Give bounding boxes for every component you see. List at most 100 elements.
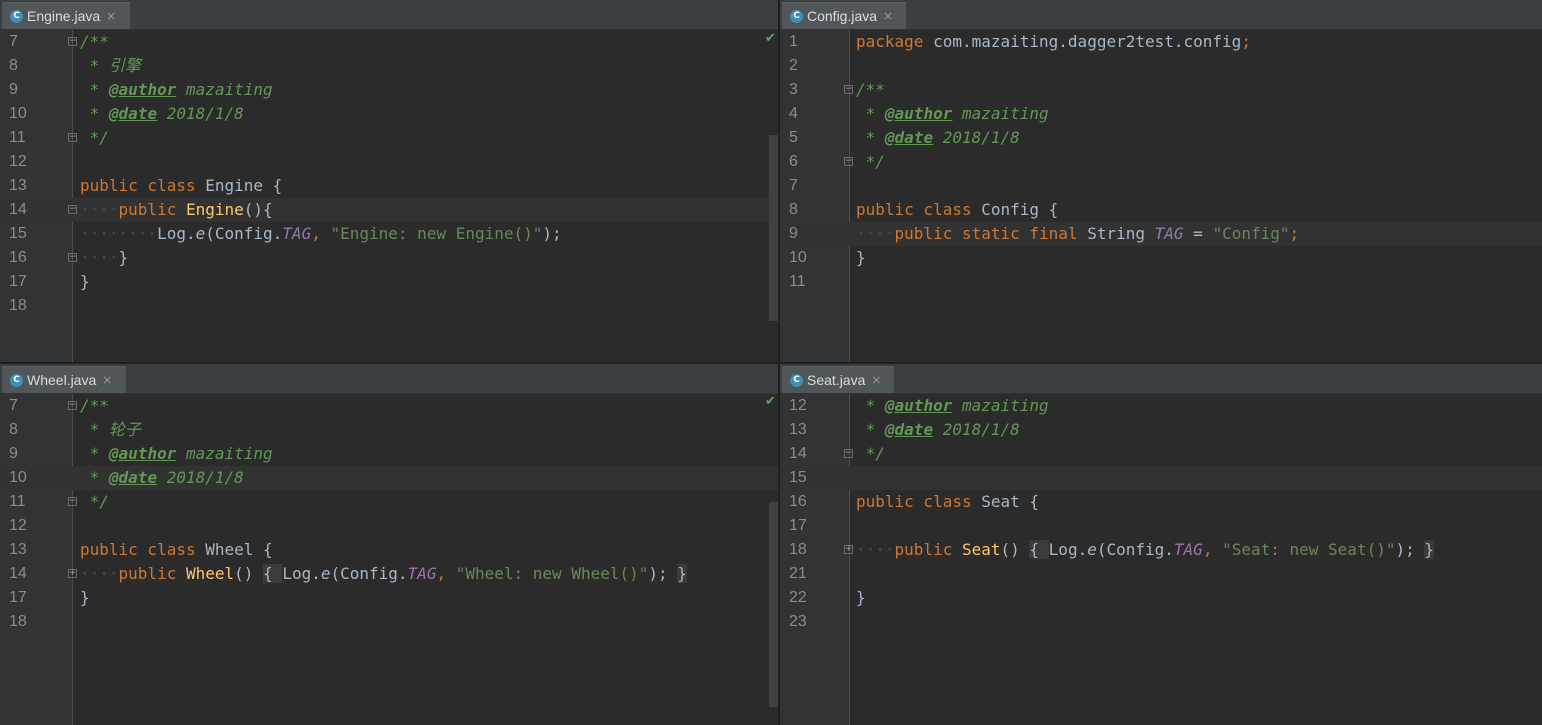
code-token: mazaiting [176,444,273,463]
code-token: ···· [80,564,119,583]
code-line[interactable]: 17} [0,270,778,294]
line-text: * @date 2018/1/8 [856,126,1020,150]
editor-pane-config: C Config.java × 1 package com.mazaiting.d… [780,0,1542,362]
tab-bar: C Engine.java × [0,0,778,30]
horizontal-splitter[interactable] [0,362,1542,364]
code-area[interactable]: 7−/** 8 * 轮子 9 * @author mazaiting 10 * @da… [0,394,778,725]
line-text: ····public Seat() { Log.e(Config.TAG, "S… [856,538,1435,562]
code-line[interactable]: 11 − */ [0,126,778,150]
code-line[interactable]: 10} [780,246,1542,270]
close-icon[interactable]: × [106,9,116,23]
code-line[interactable]: 14 + ····public Wheel() { Log.e(Config.TAG… [0,562,778,586]
code-line[interactable]: 9 * @author mazaiting [0,78,778,102]
fold-collapse-icon[interactable]: − [68,133,77,142]
code-line[interactable]: 10 * @date 2018/1/8 [0,466,778,490]
code-line[interactable]: 4 * @author mazaiting [780,102,1542,126]
code-line[interactable]: 16 − ····} [0,246,778,270]
code-line[interactable]: 15 [780,466,1542,490]
code-line[interactable]: 22} [780,586,1542,610]
code-line[interactable]: 18 [0,294,778,318]
code-line[interactable]: 7 [780,174,1542,198]
code-line[interactable]: 13 * @date 2018/1/8 [780,418,1542,442]
code-line[interactable]: 18 + ····public Seat() { Log.e(Config.TAG,… [780,538,1542,562]
code-token: public class [856,492,982,511]
code-line[interactable]: 7 −/** [0,30,778,54]
code-token: */ [856,444,885,463]
fold-collapse-icon[interactable]: − [68,497,77,506]
code-line[interactable]: 9 * @author mazaiting [0,442,778,466]
line-number: 11 [9,493,26,510]
code-line[interactable]: 18 [0,610,778,634]
fold-collapse-icon[interactable]: − [844,85,853,94]
code-line[interactable]: 2 [780,54,1542,78]
code-line[interactable]: 11 − */ [0,490,778,514]
code-token: String [1087,224,1155,243]
code-area[interactable]: 7−/** 8 * 引擎 9 * @author mazaiting 10 * @da… [0,30,778,362]
inspection-ok-icon: ✔ [765,31,776,46]
line-text: } [856,246,866,270]
fold-collapse-icon[interactable]: − [68,37,77,46]
code-token: /** [80,396,109,415]
line-text: ········Log.e(Config.TAG, "Engine: new E… [80,222,562,246]
code-line[interactable]: 8 * 轮子 [0,418,778,442]
code-area[interactable]: 1 package com.mazaiting.dagger2test.confi… [780,30,1542,362]
line-text: ····public Wheel() { Log.e(Config.TAG, "… [80,562,687,586]
code-line[interactable]: 15 ········Log.e(Config.TAG, "Engine: new… [0,222,778,246]
code-line[interactable]: 14 − */ [780,442,1542,466]
fold-collapse-icon[interactable]: − [68,401,77,410]
fold-expand-icon[interactable]: + [844,545,853,554]
code-line[interactable]: 9 ····public static final String TAG = "C… [780,222,1542,246]
tab-config-java[interactable]: C Config.java × [782,2,906,29]
code-line[interactable]: 11 [780,270,1542,294]
code-token: Config { [981,200,1059,219]
code-line[interactable]: 23 [780,610,1542,634]
tab-engine-java[interactable]: C Engine.java × [2,2,130,29]
code-token: { [1029,540,1049,559]
code-line[interactable]: 12 * @author mazaiting [780,394,1542,418]
line-number: 12 [789,397,807,414]
code-line[interactable]: 17 [780,514,1542,538]
scrollbar[interactable] [769,135,778,321]
code-line[interactable]: 6 − */ [780,150,1542,174]
code-line[interactable]: 17} [0,586,778,610]
fold-expand-icon[interactable]: + [68,569,77,578]
code-line[interactable]: 14 − ····public Engine(){ [0,198,778,222]
scrollbar[interactable] [769,502,778,707]
code-line[interactable]: 1 package com.mazaiting.dagger2test.confi… [780,30,1542,54]
code-line[interactable]: 21 [780,562,1542,586]
line-number: 8 [9,57,18,74]
code-token: } [80,588,90,607]
code-token: * 轮子 [80,420,141,439]
code-line[interactable]: 3 −/** [780,78,1542,102]
code-token: () [1000,540,1030,559]
code-line[interactable]: 13 public class Wheel { [0,538,778,562]
code-line[interactable]: 12 [0,150,778,174]
fold-collapse-icon[interactable]: − [844,157,853,166]
code-line[interactable]: 5 * @date 2018/1/8 [780,126,1542,150]
code-token: (Config. [1096,540,1174,559]
code-line[interactable]: 8 * 引擎 [0,54,778,78]
tab-seat-java[interactable]: C Seat.java × [782,366,894,393]
code-line[interactable]: 16 public class Seat { [780,490,1542,514]
code-line[interactable]: 7 −/** [0,394,778,418]
close-icon[interactable]: × [102,373,112,387]
code-line[interactable]: 12 [0,514,778,538]
tab-label: Wheel.java [27,372,97,388]
code-token: */ [80,492,109,511]
fold-collapse-icon[interactable]: − [844,449,853,458]
line-number: 2 [789,57,798,74]
code-area[interactable]: 12 * @author mazaiting 13 * @date 2018/1/… [780,394,1542,725]
tab-wheel-java[interactable]: C Wheel.java × [2,366,126,393]
line-number: 13 [789,421,807,438]
close-icon[interactable]: × [883,9,893,23]
line-text: * @author mazaiting [856,394,1049,418]
fold-collapse-icon[interactable]: − [68,205,77,214]
code-line[interactable]: 8 public class Config { [780,198,1542,222]
code-line[interactable]: 10 * @date 2018/1/8 [0,102,778,126]
line-text: /** [80,394,109,418]
line-number: 7 [9,33,18,50]
fold-collapse-icon[interactable]: − [68,253,77,262]
code-line[interactable]: 13 public class Engine { [0,174,778,198]
close-icon[interactable]: × [871,373,881,387]
code-token: ; [1289,224,1300,243]
